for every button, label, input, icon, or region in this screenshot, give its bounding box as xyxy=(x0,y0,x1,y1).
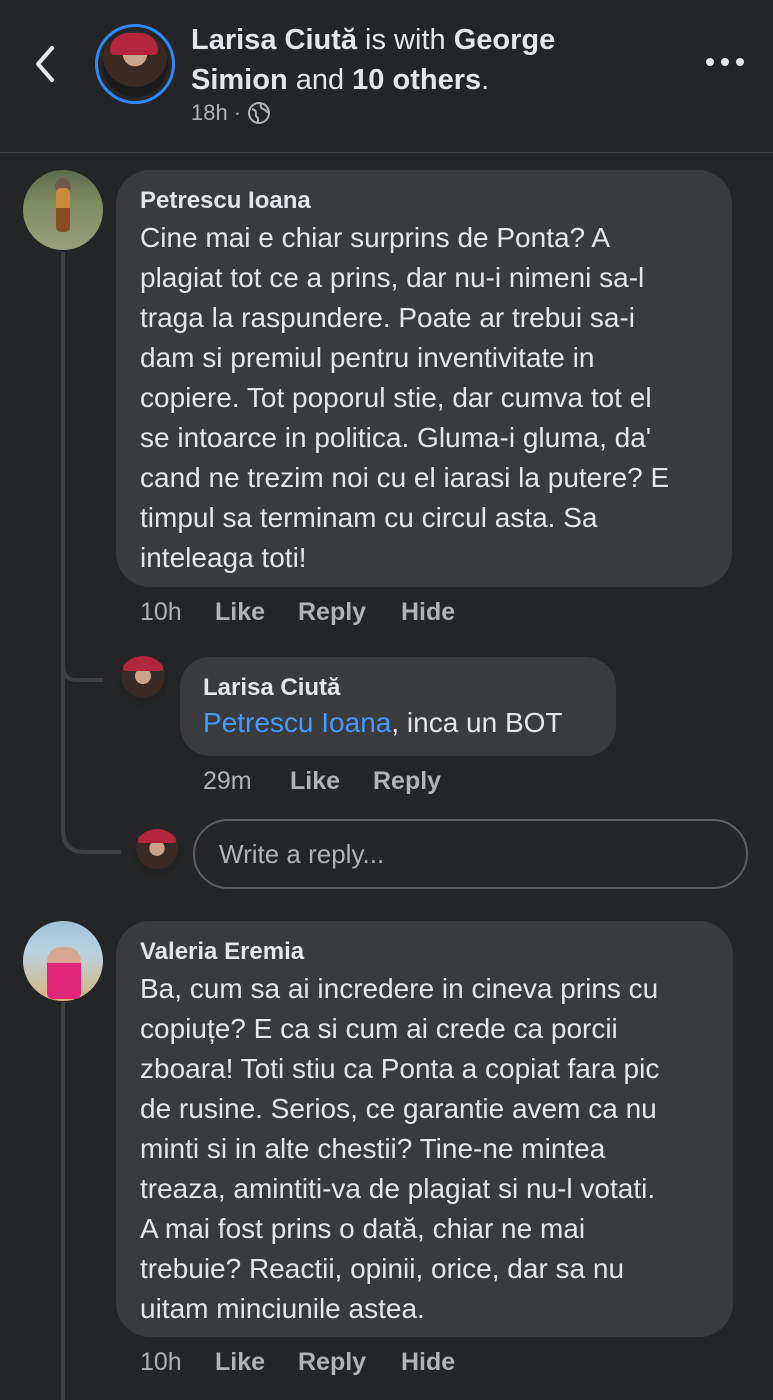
and-text: and xyxy=(287,64,353,96)
comment-line: cand ne trezim noi cu el iarasi la puter… xyxy=(140,462,670,493)
meta-dot: · xyxy=(233,100,242,125)
comment-line: treaza, amintiti-va de plagiat si nu-l v… xyxy=(140,1173,656,1204)
comment-line: traga la raspundere. Poate ar trebui sa-… xyxy=(140,302,635,333)
reply-text: Petrescu Ioana, inca un BOT xyxy=(203,703,593,743)
commenter-name[interactable]: Petrescu Ioana xyxy=(140,186,708,216)
reply-input-placeholder: Write a reply... xyxy=(219,839,385,869)
reply-button[interactable]: Reply xyxy=(373,767,441,796)
reply-bubble: Larisa Ciută Petrescu Ioana, inca un BOT xyxy=(180,657,616,756)
more-dot xyxy=(736,58,744,66)
comment-line: zboara! Toti stiu ca Ponta a copiat fara… xyxy=(140,1053,660,1084)
more-options-button[interactable] xyxy=(706,58,744,66)
post-time[interactable]: 18h xyxy=(191,100,228,126)
comment-line: copiuțe? E ca si cum ai crede ca porcii xyxy=(140,1013,618,1044)
hide-button[interactable]: Hide xyxy=(401,1348,455,1377)
comment-line: minti si in alte chestii? Tine-ne mintea xyxy=(140,1133,606,1164)
comment-text: Ba, cum sa ai incredere in cineva prins … xyxy=(140,969,709,1329)
comment-line: dam si premiul pentru inventivitate in xyxy=(140,342,595,373)
comment-bubble: Petrescu Ioana Cine mai e chiar surprins… xyxy=(116,170,732,587)
commenter-name[interactable]: Valeria Eremia xyxy=(140,937,709,967)
reply-avatar[interactable] xyxy=(118,656,168,706)
like-button[interactable]: Like xyxy=(215,1348,298,1377)
author-avatar[interactable] xyxy=(95,24,175,104)
chevron-left-icon xyxy=(36,46,54,82)
post-header: Larisa Ciută is with George Simion and 1… xyxy=(0,0,773,153)
comment-line: copiere. Tot poporul stie, dar cumva tot… xyxy=(140,382,652,413)
globe-icon xyxy=(248,102,271,124)
comment-line: Ba, cum sa ai incredere in cineva prins … xyxy=(140,973,659,1004)
commenter-avatar[interactable] xyxy=(23,921,103,1001)
thread-line xyxy=(61,1002,65,1400)
reply-actions: 29m Like Reply xyxy=(203,767,441,796)
reply-button[interactable]: Reply xyxy=(298,1348,401,1377)
current-user-avatar xyxy=(133,829,181,877)
reply-author[interactable]: Larisa Ciută xyxy=(203,673,593,703)
comment-text: Cine mai e chiar surprins de Ponta? A pl… xyxy=(140,218,708,578)
more-dot xyxy=(706,58,714,66)
comment-line: se intoarce in politica. Gluma-i gluma, … xyxy=(140,422,652,453)
back-button[interactable] xyxy=(30,44,64,84)
thread-connector xyxy=(61,640,121,854)
hide-button[interactable]: Hide xyxy=(401,598,455,627)
commenter-avatar[interactable] xyxy=(23,170,103,250)
reply-button[interactable]: Reply xyxy=(298,598,401,627)
title-period: . xyxy=(481,64,490,96)
comment-line: de rusine. Serios, ce garantie avem ca n… xyxy=(140,1093,657,1124)
comment-actions: 10h Like Reply Hide xyxy=(140,1348,455,1377)
comment-time[interactable]: 10h xyxy=(140,598,215,627)
comment-line: A mai fost prins o dată, chiar ne mai xyxy=(140,1213,586,1244)
comment-line: Cine mai e chiar surprins de Ponta? A xyxy=(140,222,611,253)
post-meta: 18h · xyxy=(191,100,271,126)
reply-time[interactable]: 29m xyxy=(203,767,290,796)
comment-bubble: Valeria Eremia Ba, cum sa ai incredere i… xyxy=(116,921,733,1337)
reply-body: , inca un BOT xyxy=(391,707,563,738)
like-button[interactable]: Like xyxy=(215,598,298,627)
comment-line: inteleaga toti! xyxy=(140,542,307,573)
author-photo xyxy=(102,31,168,97)
like-button[interactable]: Like xyxy=(290,767,373,796)
comment-line: trebuie? Reactii, opinii, orice, dar sa … xyxy=(140,1253,625,1284)
post-title: Larisa Ciută is with George Simion and 1… xyxy=(191,20,621,100)
mention-link[interactable]: Petrescu Ioana xyxy=(203,707,391,738)
comment-line: uitam minciunile astea. xyxy=(140,1293,425,1324)
comment-line: timpul sa terminam cu circul asta. Sa xyxy=(140,502,598,533)
more-dot xyxy=(721,58,729,66)
with-text: is with xyxy=(357,24,454,56)
comment-line: plagiat tot ce a prins, dar nu-i nimeni … xyxy=(140,262,645,293)
author-name[interactable]: Larisa Ciută xyxy=(191,24,357,56)
comment-actions: 10h Like Reply Hide xyxy=(140,598,455,627)
comment-time[interactable]: 10h xyxy=(140,1348,215,1377)
others-link[interactable]: 10 others xyxy=(352,64,481,96)
reply-input[interactable]: Write a reply... xyxy=(193,819,748,889)
